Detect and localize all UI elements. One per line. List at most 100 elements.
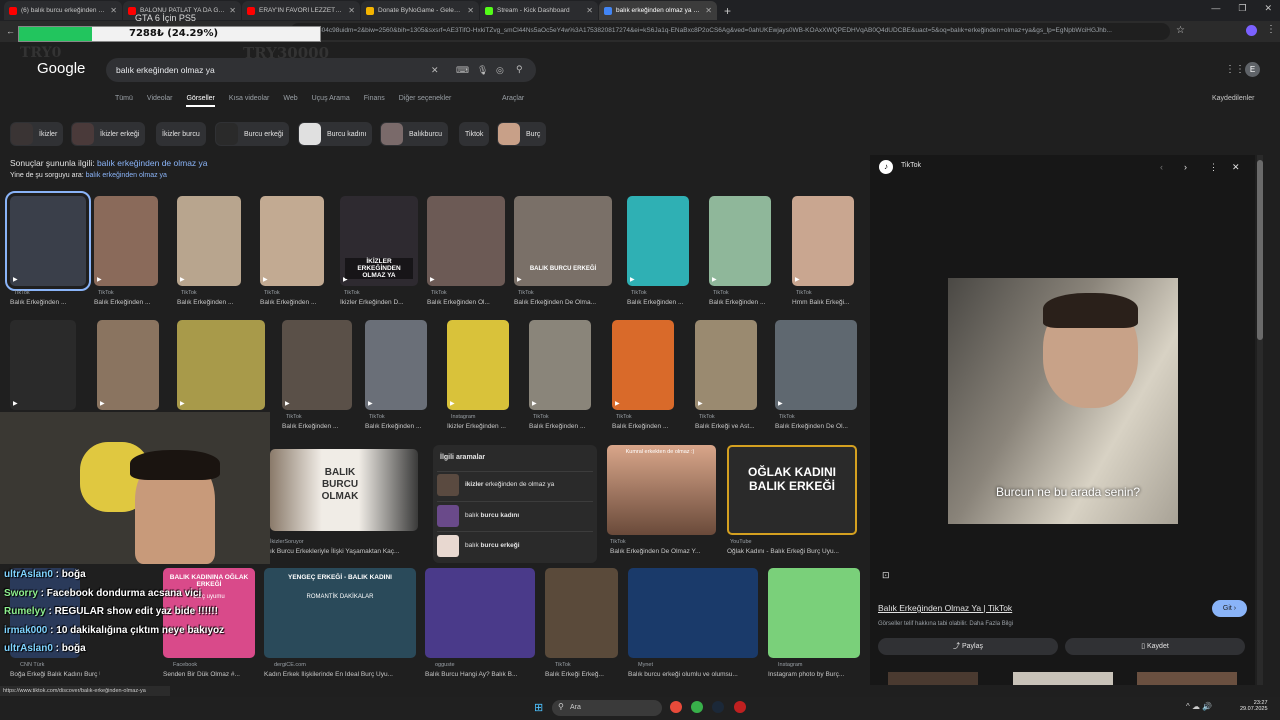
image-result[interactable]: ▶ xyxy=(529,320,591,410)
tools-button[interactable]: Araçlar xyxy=(502,95,524,102)
lens-search-icon[interactable]: ⊡ xyxy=(882,570,890,581)
result-caption[interactable]: Balık Erkeğinden De Ol... xyxy=(775,423,848,430)
browser-tab[interactable]: (6) balık burcu erkeğinden de o ✕ xyxy=(4,1,122,20)
result-caption[interactable]: Balık Erkeğinden ... xyxy=(260,299,316,306)
image-result[interactable]: ▶ xyxy=(792,196,854,286)
related-search-item[interactable]: ikizler erkeğinden de olmaz ya xyxy=(437,471,593,496)
chip-5[interactable]: Balıkburcu xyxy=(380,122,449,146)
bookmark-star-icon[interactable]: ☆ xyxy=(1176,25,1185,36)
result-caption[interactable]: Balık Erkeğinden ... xyxy=(365,423,421,430)
chip-7[interactable]: Burç xyxy=(497,122,547,146)
result-caption[interactable]: Balık Erkeğinden ... xyxy=(10,299,66,306)
result-balik-burcu-olmak[interactable]: BALIK BURCU OLMAK xyxy=(270,449,418,531)
obs-icon[interactable] xyxy=(734,701,746,713)
result-caption[interactable]: İkizler Erkeğinden ... xyxy=(447,423,506,430)
preview-title-link[interactable]: Balık Erkeğinden Olmaz Ya | TikTok xyxy=(878,603,1012,613)
image-result[interactable]: ▶ xyxy=(775,320,857,410)
chip-1[interactable]: İkizler erkeği xyxy=(71,122,146,146)
panel-source[interactable]: TikTok xyxy=(901,162,921,169)
tab-search-6[interactable]: Finans xyxy=(364,95,385,107)
share-button[interactable]: ⤴ Paylaş xyxy=(878,638,1058,655)
image-result[interactable] xyxy=(425,568,535,658)
image-result[interactable]: ▶ xyxy=(709,196,771,286)
tab-search-7[interactable]: Diğer seçenekler xyxy=(399,95,452,107)
image-result[interactable]: YENGEÇ ERKEĞİ - BALIK KADINI ROMANTİK DAK… xyxy=(264,568,416,658)
prev-icon[interactable]: ‹ xyxy=(1160,162,1163,172)
result-caption[interactable]: Oğlak Kadını - Balık Erkeği Burç Uyu... xyxy=(727,548,839,555)
close-window-icon[interactable]: ✕ xyxy=(1264,3,1272,14)
taskbar-search[interactable]: Ara xyxy=(552,700,662,716)
search-input[interactable]: balık erkeğinden olmaz ya xyxy=(116,65,215,75)
profile-avatar[interactable] xyxy=(1246,25,1257,36)
result-caption[interactable]: Senden Bir Dük Olmaz #... xyxy=(163,671,240,678)
result-caption[interactable]: Hmm Balık Erkeği... xyxy=(792,299,849,306)
corrected-query-link[interactable]: balık erkeğinden de olmaz ya xyxy=(97,158,208,168)
menu-icon[interactable]: ⋮ xyxy=(1266,24,1276,35)
maximize-icon[interactable]: ❐ xyxy=(1238,3,1246,14)
image-result[interactable]: ▶ xyxy=(177,196,241,286)
steam-icon[interactable] xyxy=(712,701,724,713)
visit-button[interactable]: Git › xyxy=(1212,600,1247,617)
image-result[interactable]: ▶ xyxy=(365,320,427,410)
keyboard-icon[interactable]: ⌨ xyxy=(456,65,469,76)
original-query-link[interactable]: balık erkeğinden olmaz ya xyxy=(86,172,167,179)
result-caption[interactable]: Boğa Erkeği Balık Kadını Burç Uyumu ... xyxy=(10,671,100,678)
saved-button[interactable]: Kaydedilenler xyxy=(1212,95,1254,102)
tab-close-icon[interactable]: ✕ xyxy=(229,6,236,15)
result-caption[interactable]: Balık Erkeği Erkeğ... xyxy=(545,671,604,678)
browser-tab[interactable]: balık erkeğinden olmaz ya - C ✕ xyxy=(599,1,717,20)
account-avatar[interactable]: E xyxy=(1245,62,1260,77)
image-result[interactable]: ▶ xyxy=(177,320,265,410)
result-caption[interactable]: Balık Erkeğinden Ol... xyxy=(427,299,490,306)
result-caption[interactable]: İkizler Erkeğinden D... xyxy=(340,299,404,306)
chrome-icon[interactable] xyxy=(670,701,682,713)
image-result[interactable]: ▶ xyxy=(260,196,324,286)
image-result[interactable]: ▶ xyxy=(514,196,612,286)
back-icon[interactable]: ← xyxy=(6,26,15,36)
apps-grid-icon[interactable]: ⋮⋮ xyxy=(1225,64,1245,75)
next-icon[interactable]: › xyxy=(1184,162,1187,172)
tab-close-icon[interactable]: ✕ xyxy=(467,6,474,15)
tab-close-icon[interactable]: ✕ xyxy=(705,6,712,15)
image-result[interactable]: ▶ xyxy=(427,196,505,286)
image-result[interactable]: ▶ xyxy=(627,196,689,286)
lens-icon[interactable]: ◎ xyxy=(496,65,504,76)
image-result[interactable]: ▶ xyxy=(282,320,352,410)
image-result[interactable]: ▶ xyxy=(10,320,76,410)
more-results-thumb[interactable] xyxy=(1013,672,1113,685)
chip-4[interactable]: Burcu kadını xyxy=(298,122,373,146)
result-caption[interactable]: Balık Erkeğinden ... xyxy=(529,423,585,430)
image-result[interactable]: ▶ xyxy=(97,320,159,410)
browser-tab[interactable]: Stream - Kick Dashboard ✕ xyxy=(480,1,598,20)
result-caption[interactable]: Balık Erkeğinden ... xyxy=(709,299,765,306)
chip-2[interactable]: İkizler burcu xyxy=(156,122,206,146)
result-caption[interactable]: Balık burcu erkeği olumlu ve olumsu... xyxy=(628,671,738,678)
tab-search-4[interactable]: Web xyxy=(283,95,297,107)
chip-3[interactable]: Burcu erkeği xyxy=(215,122,290,146)
start-icon[interactable]: ⊞ xyxy=(534,701,543,714)
image-result[interactable] xyxy=(628,568,758,658)
more-results-thumb[interactable] xyxy=(888,672,978,685)
browser-tab[interactable]: Donate ByNoGame - Gelen/Gid ✕ xyxy=(361,1,479,20)
tray-icons[interactable]: ^ ☁ 🔊 xyxy=(1186,702,1212,711)
tab-close-icon[interactable]: ✕ xyxy=(348,6,355,15)
result-caption[interactable]: Balık Erkeğinden ... xyxy=(94,299,150,306)
more-results-thumb[interactable] xyxy=(1137,672,1237,685)
clear-icon[interactable]: ✕ xyxy=(431,65,439,76)
tab-close-icon[interactable]: ✕ xyxy=(110,6,117,15)
related-search-item[interactable]: balık burcu kadını xyxy=(437,501,593,527)
chip-0[interactable]: İkizler xyxy=(10,122,64,146)
image-result[interactable] xyxy=(768,568,860,658)
related-search-item[interactable]: balık burcu erkeği xyxy=(437,531,593,557)
image-result[interactable]: ▶ xyxy=(612,320,674,410)
image-result[interactable]: ▶ xyxy=(695,320,757,410)
close-panel-icon[interactable]: ✕ xyxy=(1232,162,1240,173)
scrollbar[interactable] xyxy=(1257,155,1263,685)
tab-search-1[interactable]: Videolar xyxy=(147,95,173,107)
result-caption[interactable]: Balık Erkeğinden ... xyxy=(177,299,233,306)
tab-search-5[interactable]: Uçuş Arama xyxy=(312,95,350,107)
browser-tab[interactable]: ERAY'IN FAVORİ LEZZETLERİNİ ✕ xyxy=(242,1,360,20)
result-caption[interactable]: Instagram photo by Burç... xyxy=(768,671,844,678)
result-caption[interactable]: Kadın Erkek İlişkilerinde En İdeal Burç … xyxy=(264,671,393,678)
result-caption[interactable]: Balık Erkeğinden ... xyxy=(612,423,668,430)
